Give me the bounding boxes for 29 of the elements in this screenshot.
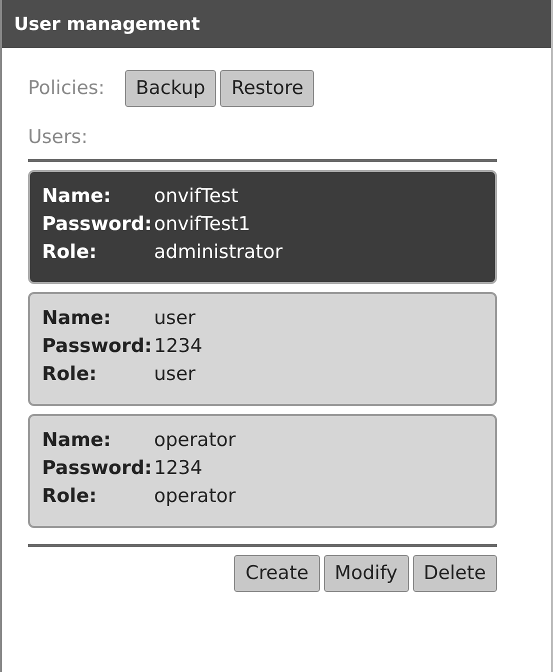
- action-button[interactable]: Modify: [324, 555, 409, 592]
- field-value: onvifTest: [154, 184, 238, 210]
- panel-title: User management: [2, 0, 551, 48]
- field-label: Role:: [42, 362, 98, 388]
- policies-label: Policies:: [28, 76, 105, 102]
- action-button[interactable]: Delete: [412, 555, 497, 592]
- field-value: 1234: [154, 334, 202, 360]
- field-label: Name:: [42, 184, 112, 210]
- field-value: onvifTest1: [154, 212, 250, 238]
- field-label: Name:: [42, 306, 112, 332]
- field-label: Password:: [42, 212, 154, 238]
- user-card[interactable]: Name: onvifTest Password:onvifTest1 Role: administrator: [28, 170, 497, 284]
- policy-button[interactable]: Backup: [124, 70, 216, 107]
- field-label: Password:: [42, 456, 154, 482]
- policy-button[interactable]: Restore: [220, 70, 314, 107]
- user-card[interactable]: Name: operator Password:1234 Role: operator: [28, 414, 497, 528]
- user-card[interactable]: Name: user Password:1234 Role: user: [28, 292, 497, 406]
- field-value: user: [154, 362, 196, 388]
- action-button[interactable]: Create: [234, 555, 320, 592]
- field-label: Role:: [42, 484, 98, 510]
- field-value: operator: [154, 428, 236, 454]
- field-label: Role:: [42, 240, 98, 266]
- field-label: Password:: [42, 334, 154, 360]
- field-value: user: [154, 306, 196, 332]
- field-value: administrator: [154, 240, 283, 266]
- field-label: Name:: [42, 428, 112, 454]
- field-value: 1234: [154, 456, 202, 482]
- field-value: operator: [154, 484, 236, 510]
- users-label: Users:: [28, 124, 89, 150]
